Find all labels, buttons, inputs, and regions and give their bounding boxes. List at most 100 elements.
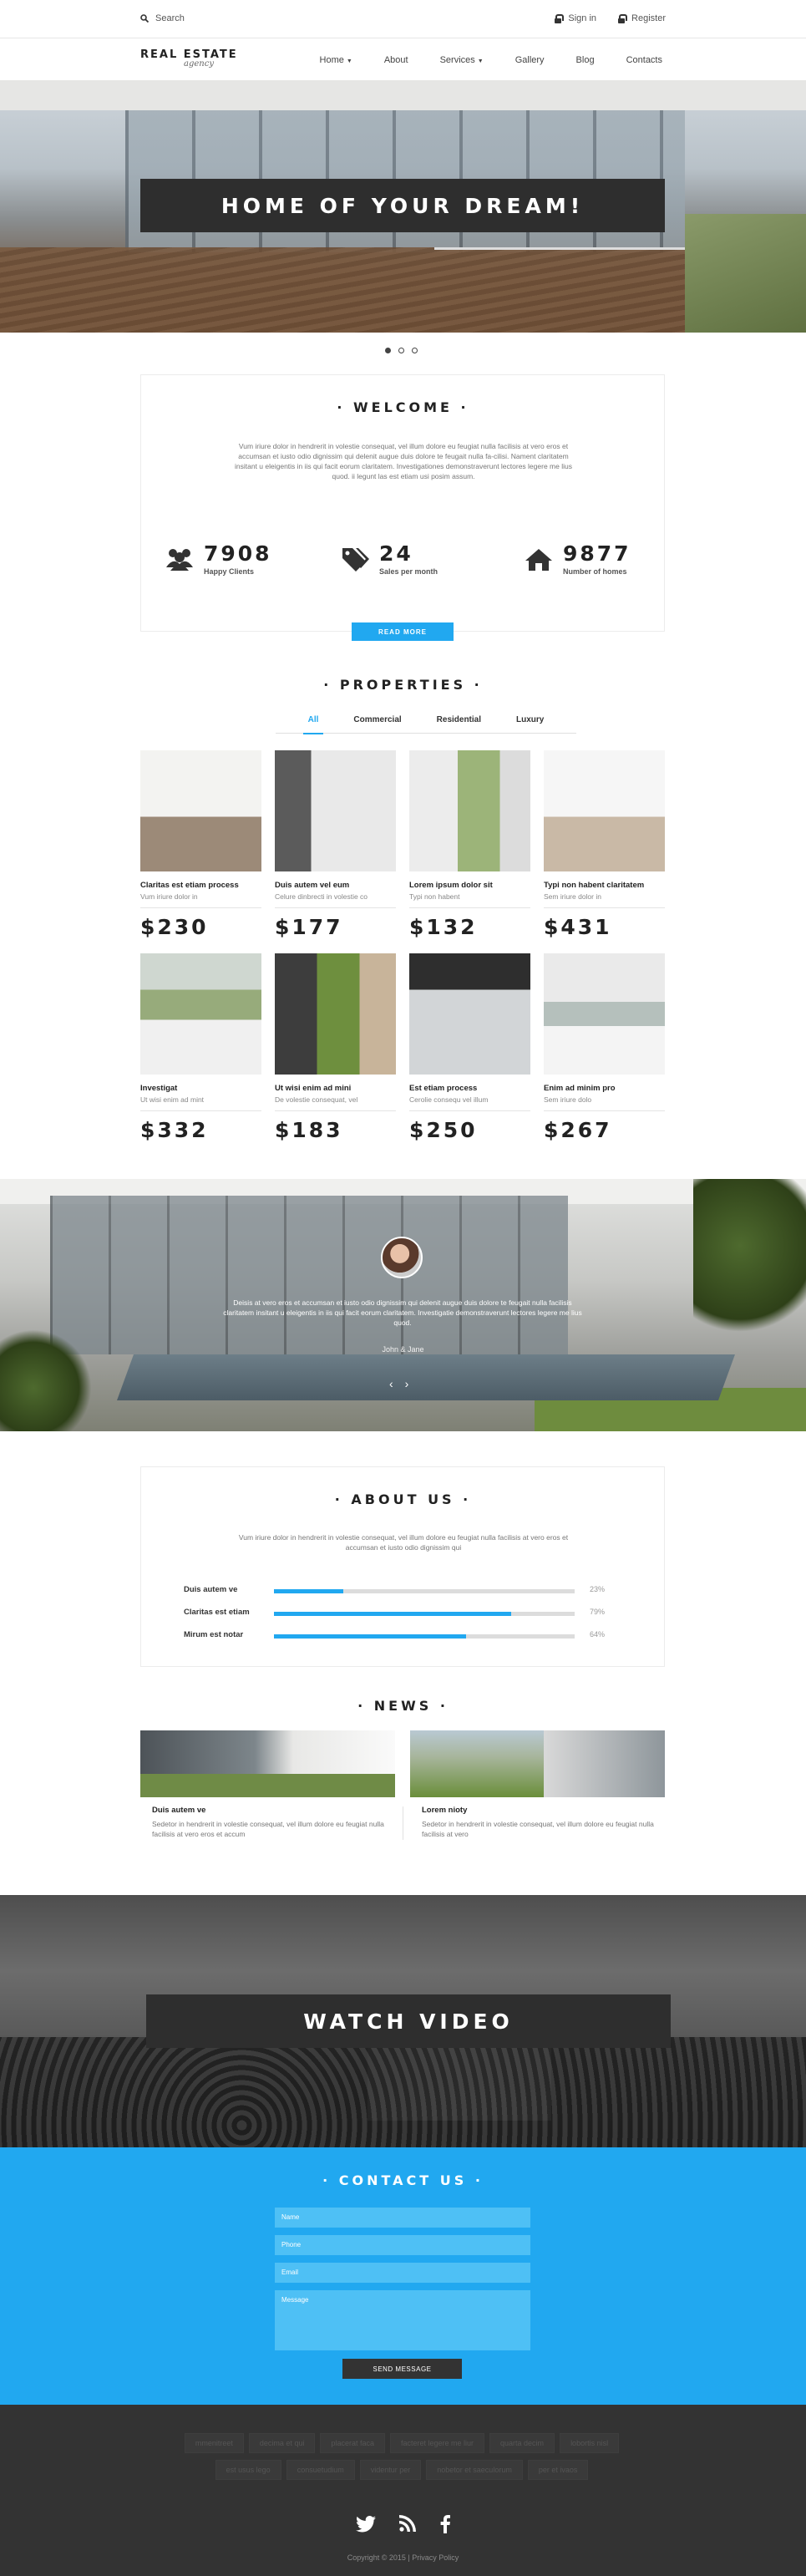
main-nav: Home ▼ About Services ▼ Gallery Blog Conta… [320,55,662,65]
testimonial-author: John & Jane [382,1345,424,1354]
property-price: $250 [409,1118,478,1142]
read-more-button[interactable]: READ MORE [352,622,454,641]
property-price: $183 [275,1118,343,1142]
footer-tag[interactable]: nobetor et saeculorum [426,2460,523,2480]
divider [140,1110,261,1111]
property-card[interactable]: Lorem ipsum dolor sit Typi non habent $132 [409,750,530,939]
property-name[interactable]: Lorem ipsum dolor sit [409,881,530,890]
footer-tag[interactable]: facteret legere me liur [389,2433,485,2453]
lock-icon [618,14,628,23]
avatar [381,1237,423,1278]
email-field[interactable]: Email [275,2263,530,2283]
property-image[interactable] [140,750,261,871]
nav-item-blog[interactable]: Blog [576,55,595,65]
property-name[interactable]: Typi non habent claritatem [544,881,665,890]
footer-tag[interactable]: videntur per [359,2460,422,2480]
nav-item-about[interactable]: About [384,55,408,65]
property-name[interactable]: Enim ad minim pro [544,1084,665,1093]
name-field[interactable]: Name [275,2208,530,2228]
property-subtitle: Celure dinbrecti in volestie co [275,892,368,901]
property-name[interactable]: Investigat [140,1084,261,1093]
register-link[interactable]: Register [618,13,666,23]
nav-item-services[interactable]: Services ▼ [440,55,484,65]
news-item[interactable]: Lorem nioty Sedetor in hendrerit in vole… [410,1730,665,1839]
message-field[interactable]: Message [275,2290,530,2350]
property-price: $132 [409,915,478,939]
property-name[interactable]: Claritas est etiam process [140,881,261,890]
users-icon [166,548,193,571]
news-item-text: Sedetor in hendrerit in volestie consequ… [422,1820,654,1838]
testimonial-image-glass [50,1196,568,1354]
property-image[interactable] [140,953,261,1075]
nav-item-gallery[interactable]: Gallery [515,55,545,65]
divider [409,1110,530,1111]
property-image[interactable] [544,953,665,1075]
footer-tag[interactable]: mmenitreet [184,2433,244,2453]
property-image[interactable] [409,750,530,871]
nav-item-contacts[interactable]: Contacts [626,55,662,65]
property-image[interactable] [275,953,396,1075]
chevron-left-icon[interactable]: ‹ [389,1377,393,1390]
chevron-right-icon[interactable]: › [405,1377,409,1390]
property-price: $431 [544,915,612,939]
testimonial-image-tree [693,1179,806,1346]
property-name[interactable]: Est etiam process [409,1084,530,1093]
signin-link[interactable]: Sign in [555,13,596,23]
news-item-text: Sedetor in hendrerit in volestie consequ… [152,1820,384,1838]
property-name[interactable]: Duis autem vel eum [275,881,396,890]
footer-tag[interactable]: consuetudium [286,2460,355,2480]
news-item-title[interactable]: Duis autem ve [152,1806,395,1815]
property-price: $177 [275,915,343,939]
footer-tags-row: est usus lego consuetudium videntur per nob… [138,2460,666,2480]
property-image[interactable] [409,953,530,1075]
property-card[interactable]: Enim ad minim pro Sem iriure dolo $267 [544,953,665,1142]
property-card[interactable]: Ut wisi enim ad mini De volestie consequa… [275,953,396,1142]
divider [544,907,665,908]
nav-item-home[interactable]: Home ▼ [320,55,352,65]
property-name[interactable]: Ut wisi enim ad mini [275,1084,396,1093]
phone-field[interactable]: Phone [275,2235,530,2255]
register-label: Register [631,13,666,23]
news-item[interactable]: Duis autem ve Sedetor in hendrerit in vo… [140,1730,395,1839]
tab-luxury[interactable]: Luxury [511,715,549,733]
facebook-icon[interactable] [439,2515,451,2533]
skill-track [274,1589,575,1593]
footer-tag[interactable]: lobortis nisl [560,2433,620,2453]
skill-percent: 79% [590,1608,606,1616]
property-image[interactable] [544,750,665,871]
property-card[interactable]: Est etiam process Cerolie consequ vel ill… [409,953,530,1142]
footer-tag[interactable]: est usus lego [215,2460,281,2480]
search-link[interactable]: Search [140,13,185,23]
property-card[interactable]: Claritas est etiam process Vum iriure dol… [140,750,261,939]
watch-video-button[interactable]: WATCH VIDEO [146,1994,671,2048]
tab-residential[interactable]: Residential [432,715,486,733]
skill-fill [274,1612,512,1616]
twitter-icon[interactable] [355,2515,376,2533]
logo[interactable]: REAL ESTATE agency [140,48,238,69]
skill-track [274,1612,575,1616]
tab-all[interactable]: All [302,715,324,734]
rss-icon[interactable] [398,2515,416,2532]
slider-dot-2[interactable] [398,348,404,353]
news-title: · NEWS · [357,1698,449,1714]
tab-commercial[interactable]: Commercial [348,715,406,733]
copyright: Copyright © 2015 | Privacy Policy [347,2553,459,2562]
testimonial-image-pool [116,1354,736,1400]
stat-label: Happy Clients [204,567,255,576]
footer-tag[interactable]: placerat faca [320,2433,385,2453]
divider [275,907,396,908]
property-card[interactable]: Duis autem vel eum Celure dinbrecti in vo… [275,750,396,939]
chevron-down-icon: ▼ [346,58,352,64]
footer-tag[interactable]: decima et qui [248,2433,316,2453]
property-card[interactable]: Typi non habent claritatem Sem iriure dol… [544,750,665,939]
welcome-title: · WELCOME · [337,399,469,415]
footer-tag[interactable]: quarta decim [489,2433,555,2453]
footer-tag[interactable]: per et ivaos [527,2460,589,2480]
slider-dot-3[interactable] [412,348,418,353]
news-item-title[interactable]: Lorem nioty [422,1806,665,1815]
property-image[interactable] [275,750,396,871]
slider-dot-1[interactable] [385,348,391,353]
about-title: · ABOUT US · [334,1491,472,1507]
property-card[interactable]: Investigat Ut wisi enim ad mint $332 [140,953,261,1142]
send-message-button[interactable]: SEND MESSAGE [342,2359,462,2379]
